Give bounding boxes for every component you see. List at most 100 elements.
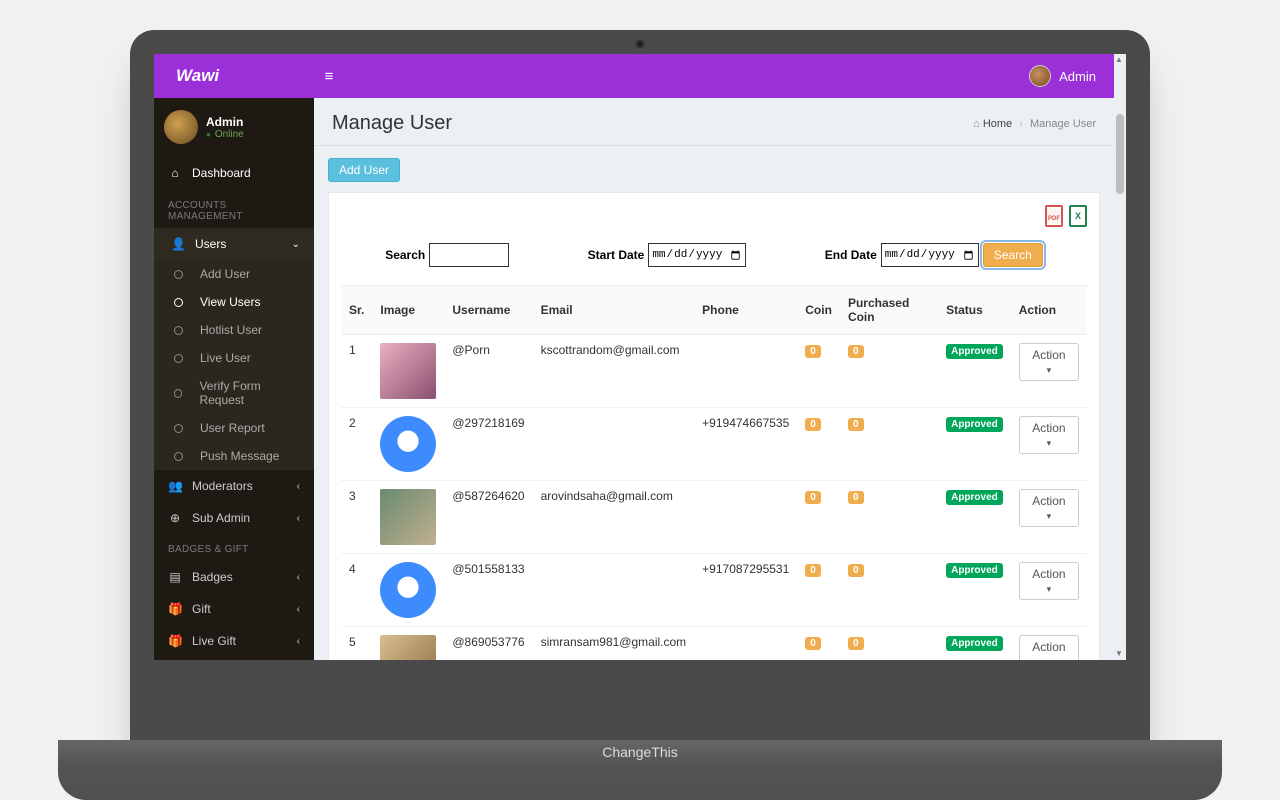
cell-purchased: 0 [840,335,938,408]
topbar: Wawi ≡ Admin [154,54,1114,98]
col-status[interactable]: Status [938,286,1011,335]
start-date-input[interactable] [648,243,746,267]
scroll-arrow-down[interactable]: ▼ [1114,649,1124,659]
export-excel-button[interactable]: X [1069,205,1087,227]
col-sr[interactable]: Sr. [341,286,372,335]
laptop-base: ChangeThis [58,740,1222,800]
home-icon: ⌂ [973,118,980,130]
export-pdf-button[interactable]: PDF [1045,205,1063,227]
sidebar-item-gift[interactable]: 🎁 Gift ‹ [154,593,314,625]
purchased-badge: 0 [848,637,864,650]
sidebar-item-label: Badges [192,570,233,584]
end-date-input[interactable] [881,243,979,267]
row-action-button[interactable]: Action [1019,562,1079,600]
search-input[interactable] [429,243,509,267]
cell-status: Approved [938,554,1011,627]
cell-image [372,408,444,481]
sidebar-sub-add-user[interactable]: Add User [154,260,314,288]
sidebar-item-users[interactable]: 👤 Users ⌄ [154,228,314,260]
status-badge: Approved [946,344,1003,359]
row-action-button[interactable]: Action [1019,489,1079,527]
user-image[interactable] [380,416,436,472]
status-badge: Approved [946,417,1003,432]
cell-coin: 0 [797,554,840,627]
laptop-camera [637,41,643,47]
start-date-label: Start Date [588,248,645,262]
col-coin[interactable]: Coin [797,286,840,335]
coin-badge: 0 [805,418,821,431]
user-image[interactable] [380,635,436,660]
col-email[interactable]: Email [533,286,695,335]
content: Manage User ⌂ Home › Manage User Add Use… [314,98,1114,660]
user-image[interactable] [380,489,436,545]
sidebar-sub-label: Live User [200,351,251,365]
cell-image [372,335,444,408]
cell-purchased: 0 [840,554,938,627]
sidebar-item-livegift[interactable]: 🎁 Live Gift ‹ [154,625,314,657]
status-badge: Approved [946,490,1003,505]
row-action-button[interactable]: Action [1019,416,1079,454]
topbar-user[interactable]: Admin [1029,65,1114,87]
cell-phone [694,627,797,661]
row-action-button[interactable]: Action [1019,343,1079,381]
cell-sr: 3 [341,481,372,554]
user-image[interactable] [380,343,436,399]
chevron-left-icon: ‹ [297,481,300,492]
search-button[interactable]: Search [983,243,1043,267]
sidebar-users-submenu: Add User View Users Hotlist User Live Us… [154,260,314,470]
sidebar-sub-label: Add User [200,267,250,281]
brand-logo[interactable]: Wawi [154,66,314,86]
sidebar-sub-push-message[interactable]: Push Message [154,442,314,470]
scrollbar-thumb[interactable] [1116,114,1124,194]
col-username[interactable]: Username [444,286,532,335]
chevron-left-icon: ‹ [297,604,300,615]
cell-coin: 0 [797,481,840,554]
purchased-badge: 0 [848,564,864,577]
col-image[interactable]: Image [372,286,444,335]
badge-icon: ▤ [168,570,182,584]
cell-coin: 0 [797,408,840,481]
col-phone[interactable]: Phone [694,286,797,335]
search-label: Search [385,248,425,262]
hamburger-icon[interactable]: ≡ [314,68,344,85]
sidebar-sub-label: Push Message [200,449,279,463]
page-title: Manage User [332,112,452,135]
sidebar-item-dashboard[interactable]: ⌂ Dashboard [154,156,314,190]
cell-phone [694,481,797,554]
gift-icon: 🎁 [168,602,182,616]
scroll-arrow-up[interactable]: ▲ [1114,55,1124,65]
cell-image [372,627,444,661]
cell-action: Action [1011,335,1087,408]
col-purchased[interactable]: Purchased Coin [840,286,938,335]
avatar [164,110,198,144]
sidebar-item-badges[interactable]: ▤ Badges ‹ [154,561,314,593]
sidebar-sub-live-user[interactable]: Live User [154,344,314,372]
sidebar-item-subadmin[interactable]: ⊕ Sub Admin ‹ [154,502,314,534]
cell-sr: 1 [341,335,372,408]
col-action[interactable]: Action [1011,286,1087,335]
sidebar-status: Online [206,129,244,140]
add-user-button[interactable]: Add User [328,158,400,182]
cell-phone: +917087295531 [694,554,797,627]
circle-icon [174,298,183,307]
sidebar-sub-view-users[interactable]: View Users [154,288,314,316]
row-action-button[interactable]: Action [1019,635,1079,660]
circle-icon [174,452,183,461]
chevron-left-icon: ‹ [297,513,300,524]
sidebar-sub-verify-form[interactable]: Verify Form Request [154,372,314,414]
sidebar-item-moderators[interactable]: 👥 Moderators ‹ [154,470,314,502]
cell-email: simransam981@gmail.com [533,627,695,661]
sidebar-sub-user-report[interactable]: User Report [154,414,314,442]
coin-badge: 0 [805,491,821,504]
breadcrumb-home[interactable]: Home [983,118,1012,130]
sidebar-sub-hotlist-user[interactable]: Hotlist User [154,316,314,344]
cell-status: Approved [938,335,1011,408]
user-image[interactable] [380,562,436,618]
sidebar-item-coins[interactable]: 🎁 Coins ‹ [154,657,314,660]
sidebar: Admin Online ⌂ Dashboard ACCOUNTS MANAGE… [154,98,314,660]
sidebar-item-label: Gift [192,602,211,616]
purchased-badge: 0 [848,418,864,431]
cell-coin: 0 [797,335,840,408]
sidebar-item-label: Live Gift [192,634,236,648]
sidebar-section-accounts: ACCOUNTS MANAGEMENT [154,190,314,228]
